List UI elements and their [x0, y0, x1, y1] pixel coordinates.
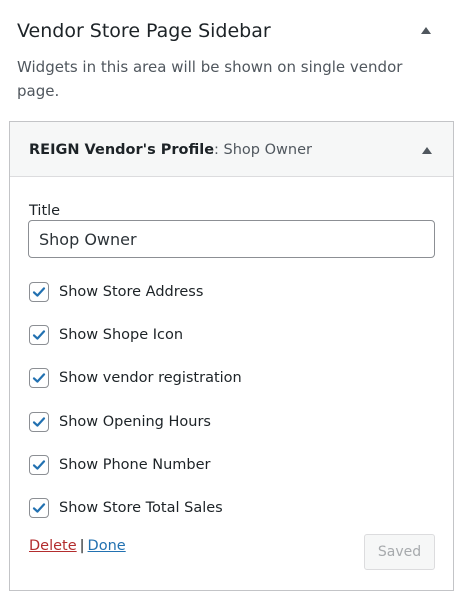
vendor-profile-widget: REIGN Vendor's Profile: Shop Owner Title…: [9, 121, 454, 591]
actions-separator: |: [79, 538, 85, 554]
done-link[interactable]: Done: [88, 538, 126, 554]
widget-actions: Delete | Done: [29, 536, 126, 556]
option-checkbox[interactable]: [29, 498, 49, 518]
delete-link[interactable]: Delete: [29, 538, 77, 554]
option-checkbox[interactable]: [29, 325, 49, 345]
option-row[interactable]: Show Shope Icon: [29, 324, 183, 346]
option-label: Show Shope Icon: [59, 327, 184, 343]
option-row[interactable]: Show vendor registration: [29, 367, 242, 389]
widget-title: REIGN Vendor's Profile: Shop Owner: [29, 140, 312, 160]
option-row[interactable]: Show Store Address: [29, 281, 203, 303]
option-checkbox[interactable]: [29, 282, 49, 302]
saved-button[interactable]: Saved: [364, 534, 435, 570]
option-label: Show Store Total Sales: [59, 500, 223, 516]
title-field-label: Title: [29, 203, 61, 219]
option-row[interactable]: Show Phone Number: [29, 454, 211, 476]
sidebar-description: Widgets in this area will be shown on si…: [17, 58, 403, 100]
option-row[interactable]: Show Opening Hours: [29, 411, 211, 433]
triangle-up-icon: [422, 146, 432, 154]
option-checkbox[interactable]: [29, 412, 49, 432]
checkmark-icon: [32, 287, 46, 297]
widget-name: REIGN Vendor's Profile: [29, 142, 215, 158]
checkmark-icon: [32, 460, 46, 470]
checkmark-icon: [32, 373, 46, 383]
option-label: Show Phone Number: [59, 457, 211, 473]
triangle-up-icon: [421, 26, 431, 34]
widget-in-title: : Shop Owner: [214, 142, 312, 158]
widget-area-page: Vendor Store Page Sidebar Widgets in thi…: [0, 0, 463, 603]
option-label: Show vendor registration: [59, 370, 242, 386]
option-checkbox[interactable]: [29, 455, 49, 475]
option-label: Show Opening Hours: [59, 414, 211, 430]
title-input[interactable]: [28, 220, 435, 258]
option-checkbox[interactable]: [29, 368, 49, 388]
checkmark-icon: [32, 417, 46, 427]
checkmark-icon: [32, 503, 46, 513]
widget-toggle-button[interactable]: [419, 144, 435, 156]
checkmark-icon: [32, 330, 46, 340]
sidebar-title: Vendor Store Page Sidebar: [17, 20, 271, 42]
option-row[interactable]: Show Store Total Sales: [29, 497, 223, 519]
widget-header[interactable]: REIGN Vendor's Profile: Shop Owner: [10, 122, 453, 177]
sidebar-toggle-button[interactable]: [418, 24, 434, 36]
option-label: Show Store Address: [59, 284, 204, 300]
